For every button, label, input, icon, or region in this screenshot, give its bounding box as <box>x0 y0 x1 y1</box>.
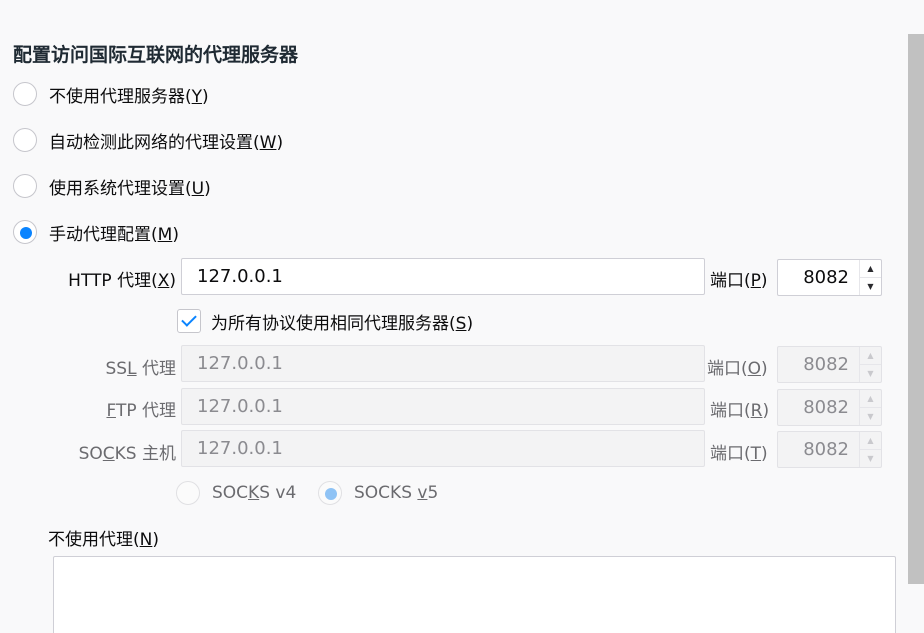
radio-auto-detect[interactable]: 自动检测此网络的代理设置(W) <box>13 127 283 153</box>
spin-up-icon[interactable]: ▲ <box>860 432 881 449</box>
radio-button[interactable] <box>318 481 342 505</box>
spin-down-icon[interactable]: ▼ <box>860 364 881 382</box>
share-proxy-checkbox[interactable] <box>177 309 201 333</box>
http-proxy-label: HTTP 代理(X) <box>68 271 176 291</box>
radio-label: SOCKS v4 <box>212 483 297 503</box>
http-port-input[interactable]: 8082 ▲ ▼ <box>777 259 882 296</box>
radio-label: 自动检测此网络的代理设置(W) <box>49 132 284 153</box>
radio-label: 不使用代理服务器(Y) <box>49 86 209 107</box>
scrollbar-thumb[interactable] <box>908 34 924 584</box>
no-proxy-for-textarea[interactable] <box>53 556 896 633</box>
spin-down-icon[interactable]: ▼ <box>860 407 881 425</box>
radio-no-proxy[interactable]: 不使用代理服务器(Y) <box>13 81 209 107</box>
share-proxy-label: 为所有协议使用相同代理服务器(S) <box>211 313 474 334</box>
ftp-proxy-label: FTP 代理 <box>106 401 176 421</box>
http-proxy-input[interactable]: 127.0.0.1 <box>181 258 705 295</box>
radio-button[interactable] <box>13 174 37 198</box>
radio-manual-proxy[interactable]: 手动代理配置(M) <box>13 219 179 245</box>
radio-button[interactable] <box>13 220 37 244</box>
ssl-proxy-input[interactable]: 127.0.0.1 <box>181 345 705 382</box>
no-proxy-for-label: 不使用代理(N) <box>48 530 159 550</box>
radio-socks-v4[interactable]: SOCKS v4 <box>176 480 296 506</box>
ssl-proxy-label: SSL 代理 <box>105 359 176 379</box>
ftp-port-label: 端口(R) <box>710 401 770 421</box>
ftp-port-input[interactable]: 8082 ▲ ▼ <box>777 389 882 426</box>
radio-socks-v5[interactable]: SOCKS v5 <box>318 480 438 506</box>
spin-up-icon[interactable]: ▲ <box>860 347 881 364</box>
socks-port-label: 端口(T) <box>710 444 768 464</box>
socks-host-input[interactable]: 127.0.0.1 <box>181 430 705 467</box>
ssl-port-input[interactable]: 8082 ▲ ▼ <box>777 346 882 383</box>
radio-button[interactable] <box>13 82 37 106</box>
ftp-proxy-input[interactable]: 127.0.0.1 <box>181 388 705 425</box>
radio-label: SOCKS v5 <box>354 483 439 503</box>
spin-down-icon[interactable]: ▼ <box>860 277 881 295</box>
spin-up-icon[interactable]: ▲ <box>860 390 881 407</box>
spin-down-icon[interactable]: ▼ <box>860 449 881 467</box>
radio-system-proxy[interactable]: 使用系统代理设置(U) <box>13 173 211 199</box>
socks-host-label: SOCKS 主机 <box>78 444 176 464</box>
radio-label: 手动代理配置(M) <box>49 224 179 245</box>
spin-up-icon[interactable]: ▲ <box>860 260 881 277</box>
section-title: 配置访问国际互联网的代理服务器 <box>13 44 299 66</box>
http-port-label: 端口(P) <box>710 271 768 291</box>
share-proxy-checkbox-row[interactable]: 为所有协议使用相同代理服务器(S) <box>177 308 473 334</box>
ssl-port-label: 端口(O) <box>707 359 768 379</box>
radio-label: 使用系统代理设置(U) <box>49 178 211 199</box>
radio-button[interactable] <box>176 481 200 505</box>
socks-port-input[interactable]: 8082 ▲ ▼ <box>777 431 882 468</box>
radio-button[interactable] <box>13 128 37 152</box>
